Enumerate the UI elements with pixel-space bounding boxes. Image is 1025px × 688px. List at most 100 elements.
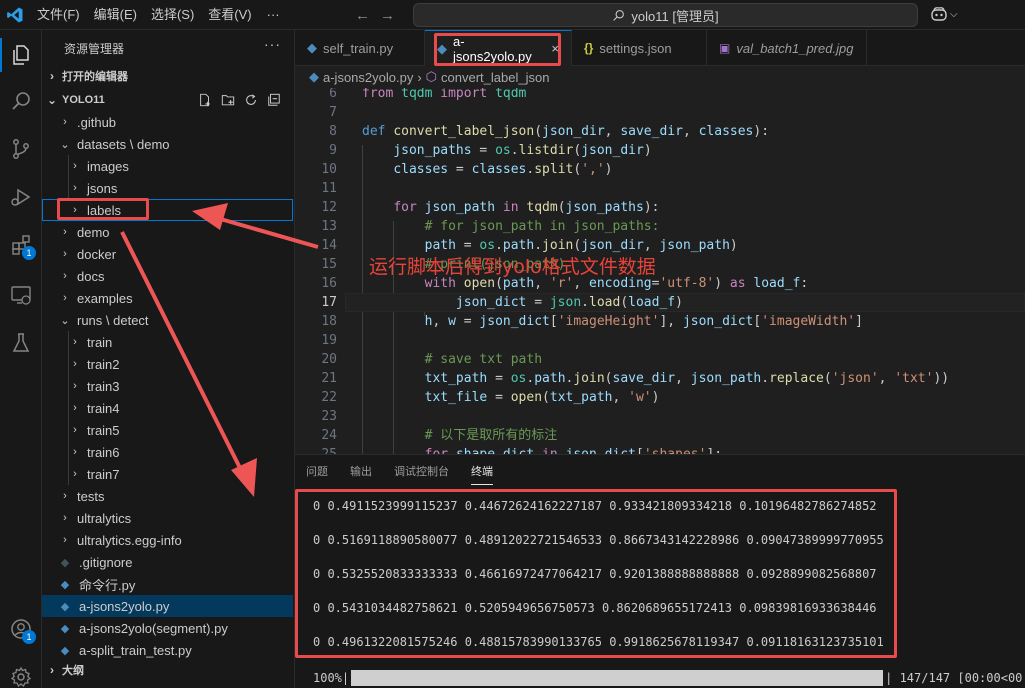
tree-item[interactable]: › docs bbox=[42, 265, 293, 287]
code-token: = bbox=[487, 371, 511, 386]
tree-item[interactable]: ◆ .gitignore bbox=[42, 551, 293, 573]
tree-item[interactable]: ◆ 命令行.py bbox=[42, 573, 293, 595]
tree-item[interactable]: › train4 bbox=[42, 397, 293, 419]
code-token: json_paths bbox=[565, 200, 644, 215]
code-text: # save txt path bbox=[362, 350, 542, 369]
code-token: json_dict bbox=[455, 295, 527, 310]
tab-val-batch1-pred[interactable]: ▣ val_batch1_pred.jpg bbox=[707, 30, 867, 66]
tree-item[interactable]: › train bbox=[42, 331, 293, 353]
tree-item[interactable]: › examples bbox=[42, 287, 293, 309]
tree-item[interactable]: › tests bbox=[42, 485, 293, 507]
tree-item[interactable]: › .github bbox=[42, 111, 293, 133]
code-token: convert_label_json bbox=[393, 124, 535, 139]
close-icon[interactable]: × bbox=[551, 41, 559, 56]
panel-tab-output[interactable]: 输出 bbox=[339, 455, 383, 489]
menu-selection[interactable]: 选择(S) bbox=[144, 0, 201, 30]
explorer-more-button[interactable]: ··· bbox=[264, 36, 281, 52]
outline-section[interactable]: › 大纲 bbox=[42, 659, 294, 681]
menu-file[interactable]: 文件(F) bbox=[30, 0, 87, 30]
breadcrumb-file[interactable]: a-jsons2yolo.py bbox=[323, 70, 413, 85]
chevron-right-icon: › bbox=[63, 248, 67, 260]
explorer-icon[interactable] bbox=[0, 34, 42, 76]
tab-a-jsons2yolo[interactable]: ◆ a-jsons2yolo.py × bbox=[425, 30, 572, 66]
tree-item[interactable]: › train5 bbox=[42, 419, 293, 441]
tree-item[interactable]: › images bbox=[42, 155, 293, 177]
run-debug-icon[interactable] bbox=[0, 176, 42, 218]
code-token: ( bbox=[542, 390, 550, 405]
tree-item[interactable]: › train3 bbox=[42, 375, 293, 397]
code-token: split bbox=[534, 162, 574, 177]
tab-settings-json[interactable]: {} settings.json bbox=[572, 30, 707, 66]
tree-item[interactable]: › train2 bbox=[42, 353, 293, 375]
code-token: 'imageHeight' bbox=[557, 314, 660, 329]
chevron-down-icon: ⌄ bbox=[46, 93, 58, 107]
tree-item-label: ultralytics.egg-info bbox=[77, 532, 182, 548]
code-text: h, w = json_dict['imageHeight'], json_di… bbox=[362, 312, 863, 331]
tree-item[interactable]: › labels bbox=[42, 199, 293, 221]
extensions-icon[interactable]: 1 bbox=[0, 224, 42, 266]
source-control-icon[interactable] bbox=[0, 128, 42, 170]
tab-self-train[interactable]: ◆ self_train.py bbox=[295, 30, 425, 66]
code-token: ], bbox=[659, 314, 683, 329]
tree-item[interactable]: ◆ a-jsons2yolo.py bbox=[42, 595, 293, 617]
tree-item[interactable]: › train6 bbox=[42, 441, 293, 463]
line-number: 11 bbox=[321, 181, 337, 196]
code-line: 17 json_dict = json.load(load_f) bbox=[295, 293, 1025, 312]
tree-item-label: images bbox=[87, 158, 129, 174]
tree-item[interactable]: ◆ a-jsons2yolo(segment).py bbox=[42, 617, 293, 639]
search-icon[interactable] bbox=[0, 80, 42, 122]
menu-edit[interactable]: 编辑(E) bbox=[87, 0, 144, 30]
tab-label: self_train.py bbox=[323, 40, 394, 56]
breadcrumb-symbol[interactable]: convert_label_json bbox=[441, 70, 549, 85]
explorer-title: 资源管理器 bbox=[64, 42, 125, 56]
panel-tab-terminal[interactable]: 终端 bbox=[460, 455, 504, 489]
code-token: : bbox=[800, 276, 809, 291]
panel-tab-debug-console[interactable]: 调试控制台 bbox=[383, 455, 460, 489]
tree-item[interactable]: › jsons bbox=[42, 177, 293, 199]
command-center-search[interactable]: yolo11 [管理员] bbox=[413, 3, 918, 27]
workspace-label: YOLO11 bbox=[62, 94, 105, 106]
menu-bar: 文件(F) 编辑(E) 选择(S) 查看(V) ··· bbox=[30, 0, 288, 30]
new-file-icon[interactable] bbox=[198, 93, 212, 107]
code-token: json_dict bbox=[479, 314, 550, 329]
tree-item[interactable]: › docker bbox=[42, 243, 293, 265]
tree-item[interactable]: › train7 bbox=[42, 463, 293, 485]
tree-indent-guide bbox=[68, 331, 69, 485]
chevron-right-icon: › bbox=[73, 160, 77, 172]
settings-gear-icon[interactable] bbox=[0, 656, 42, 688]
code-token: = bbox=[526, 295, 550, 310]
tree-item[interactable]: ⌄ runs \ detect bbox=[42, 309, 293, 331]
new-folder-icon[interactable] bbox=[221, 93, 235, 107]
menu-more-button[interactable]: ··· bbox=[259, 7, 288, 22]
open-editors-section[interactable]: › 打开的编辑器 bbox=[42, 65, 294, 87]
code-token: classes bbox=[471, 162, 527, 177]
refresh-icon[interactable] bbox=[244, 93, 258, 107]
back-arrow-icon[interactable]: ← bbox=[355, 7, 370, 24]
tree-item[interactable]: › ultralytics bbox=[42, 507, 293, 529]
code-token: ): bbox=[643, 200, 660, 215]
code-token: for bbox=[393, 200, 417, 215]
workspace-section[interactable]: ⌄ YOLO11 bbox=[42, 89, 294, 111]
menu-view[interactable]: 查看(V) bbox=[201, 0, 258, 30]
tree-item[interactable]: ◆ a-split_train_test.py bbox=[42, 639, 293, 661]
testing-icon[interactable] bbox=[0, 322, 42, 364]
panel-tab-problems[interactable]: 问题 bbox=[295, 455, 339, 489]
tree-item[interactable]: › ultralytics.egg-info bbox=[42, 529, 293, 551]
tree-item[interactable]: ⌄ datasets \ demo bbox=[42, 133, 293, 155]
account-icon[interactable]: 1 bbox=[0, 608, 42, 650]
tree-item[interactable]: › demo bbox=[42, 221, 293, 243]
tree-item-label: 命令行.py bbox=[79, 577, 136, 593]
tree-item-label: train2 bbox=[87, 356, 120, 372]
code-token: json_path bbox=[690, 371, 762, 386]
code-token: classes bbox=[393, 162, 449, 177]
copilot-button[interactable]: ⌵ bbox=[930, 6, 958, 22]
forward-arrow-icon[interactable]: → bbox=[380, 7, 395, 24]
chevron-right-icon: › bbox=[73, 336, 77, 348]
remote-explorer-icon[interactable] bbox=[0, 274, 42, 316]
collapse-all-icon[interactable] bbox=[267, 93, 281, 107]
